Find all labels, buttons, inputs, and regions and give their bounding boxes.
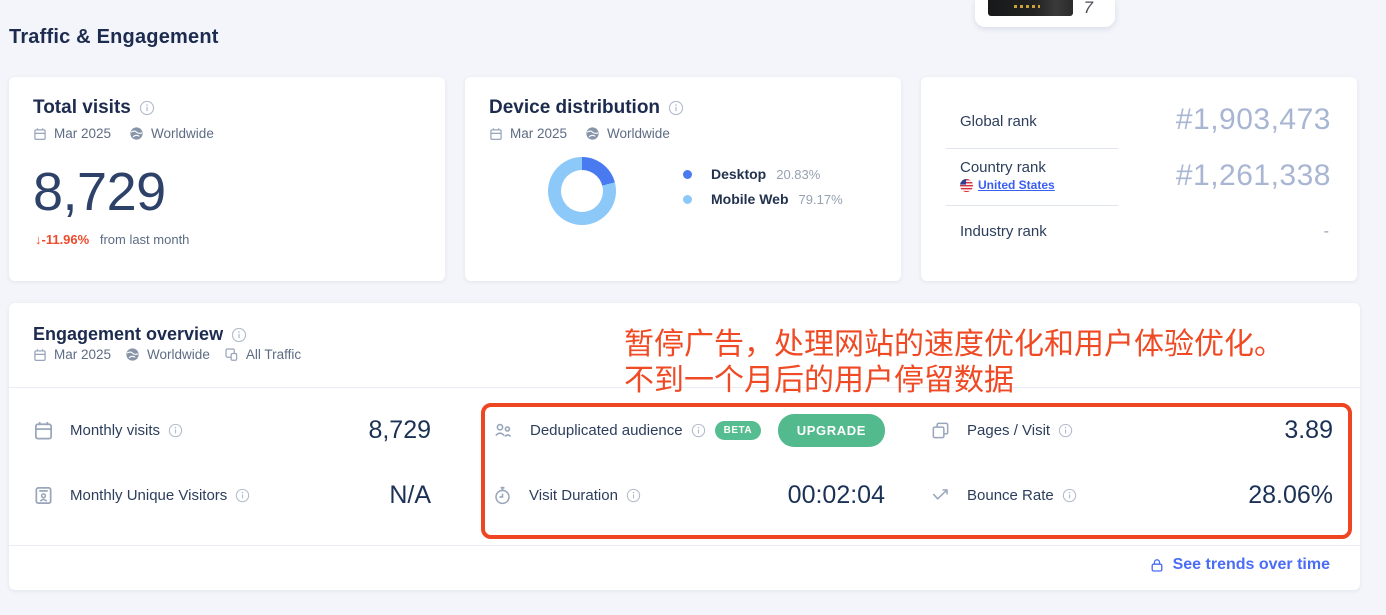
industry-rank-value: - — [1324, 223, 1329, 241]
site-thumbnail-image — [988, 0, 1073, 16]
info-icon[interactable] — [626, 488, 641, 503]
change-row: ↓-11.96% from last month — [35, 232, 189, 247]
bounce-rate-icon — [930, 485, 951, 506]
monthly-visits-value: 8,729 — [368, 416, 431, 445]
info-icon[interactable] — [231, 327, 247, 343]
rank-card: Global rank #1,903,473 Country rank Unit… — [921, 77, 1357, 281]
legend-item-mobile-web: Mobile Web 79.17% — [683, 191, 843, 207]
globe-icon — [129, 126, 144, 141]
thumbnail-caption-fragment: 7 — [1084, 0, 1093, 18]
legend-item-desktop: Desktop 20.83% — [683, 166, 843, 182]
info-icon[interactable] — [168, 423, 183, 438]
period-label: Mar 2025 — [54, 126, 111, 141]
engagement-meta: Mar 2025 Worldwide All Traffic — [33, 347, 301, 362]
industry-rank-label: Industry rank — [960, 223, 1047, 240]
global-rank-label: Global rank — [960, 113, 1037, 130]
metric-bounce-rate: Bounce Rate 28.06% — [930, 473, 1333, 517]
device-distribution-meta: Mar 2025 Worldwide — [489, 126, 670, 141]
device-legend: Desktop 20.83% Mobile Web 79.17% — [683, 166, 843, 207]
region-label: Worldwide — [151, 126, 214, 141]
info-icon[interactable] — [691, 423, 706, 438]
monthly-unique-visitors-value: N/A — [389, 481, 431, 510]
change-value: ↓-11.96% — [35, 232, 89, 247]
visit-duration-value: 00:02:04 — [788, 481, 885, 510]
pages-icon — [930, 420, 951, 441]
info-icon[interactable] — [1058, 423, 1073, 438]
globe-icon — [585, 126, 600, 141]
upgrade-button[interactable]: UPGRADE — [778, 414, 885, 447]
metric-pages-per-visit: Pages / Visit 3.89 — [930, 408, 1333, 452]
all-traffic-icon — [224, 347, 239, 362]
total-visits-title: Total visits — [33, 97, 131, 119]
audience-icon — [492, 419, 514, 441]
device-donut-chart — [548, 157, 616, 225]
thumbnail-popup-fragment[interactable]: 7 — [975, 0, 1115, 27]
total-visits-card: Total visits Mar 2025 Worldwide 8,729 ↓-… — [9, 77, 445, 281]
global-rank-value: #1,903,473 — [1176, 103, 1331, 137]
device-distribution-card: Device distribution Mar 2025 Worldwide D… — [465, 77, 901, 281]
see-trends-link[interactable]: See trends over time — [1149, 556, 1330, 574]
region-label: Worldwide — [607, 126, 670, 141]
us-flag-icon — [960, 179, 973, 192]
country-rank-value: #1,261,338 — [1176, 159, 1331, 193]
pages-per-visit-value: 3.89 — [1284, 416, 1333, 445]
region-label: Worldwide — [147, 347, 210, 362]
period-label: Mar 2025 — [510, 126, 567, 141]
mobile-web-dot-icon — [683, 195, 692, 204]
beta-badge: BETA — [715, 421, 761, 440]
bounce-rate-value: 28.06% — [1248, 481, 1333, 510]
info-icon[interactable] — [668, 100, 684, 116]
info-icon[interactable] — [235, 488, 250, 503]
device-distribution-title: Device distribution — [489, 97, 660, 119]
metric-monthly-visits: Monthly visits 8,729 — [33, 408, 431, 452]
period-label: Mar 2025 — [54, 347, 111, 362]
calendar-icon — [33, 348, 47, 362]
country-rank-label: Country rank — [960, 159, 1046, 176]
traffic-engagement-page: 7 Traffic & Engagement Total visits Mar … — [0, 0, 1386, 615]
engagement-title: Engagement overview — [33, 324, 223, 345]
lock-icon — [1149, 557, 1165, 573]
visitor-icon — [33, 485, 54, 506]
info-icon[interactable] — [139, 100, 155, 116]
metric-visit-duration: Visit Duration 00:02:04 — [492, 473, 885, 517]
change-note: from last month — [100, 232, 190, 247]
annotation-text: 暂停广告，处理网站的速度优化和用户体验优化。 不到一个月后的用户停留数据 — [624, 327, 1284, 399]
calendar-icon — [33, 127, 47, 141]
stopwatch-icon — [492, 485, 513, 506]
metric-deduplicated-audience: Deduplicated audience BETA UPGRADE — [492, 408, 885, 452]
metric-monthly-unique-visitors: Monthly Unique Visitors N/A — [33, 473, 431, 517]
calendar-icon — [33, 420, 54, 441]
total-visits-value: 8,729 — [33, 163, 166, 221]
traffic-label: All Traffic — [246, 347, 301, 362]
country-link[interactable]: United States — [978, 178, 1055, 192]
info-icon[interactable] — [1062, 488, 1077, 503]
page-title: Traffic & Engagement — [9, 26, 219, 49]
calendar-icon — [489, 127, 503, 141]
desktop-dot-icon — [683, 170, 692, 179]
globe-icon — [125, 347, 140, 362]
total-visits-meta: Mar 2025 Worldwide — [33, 126, 214, 141]
